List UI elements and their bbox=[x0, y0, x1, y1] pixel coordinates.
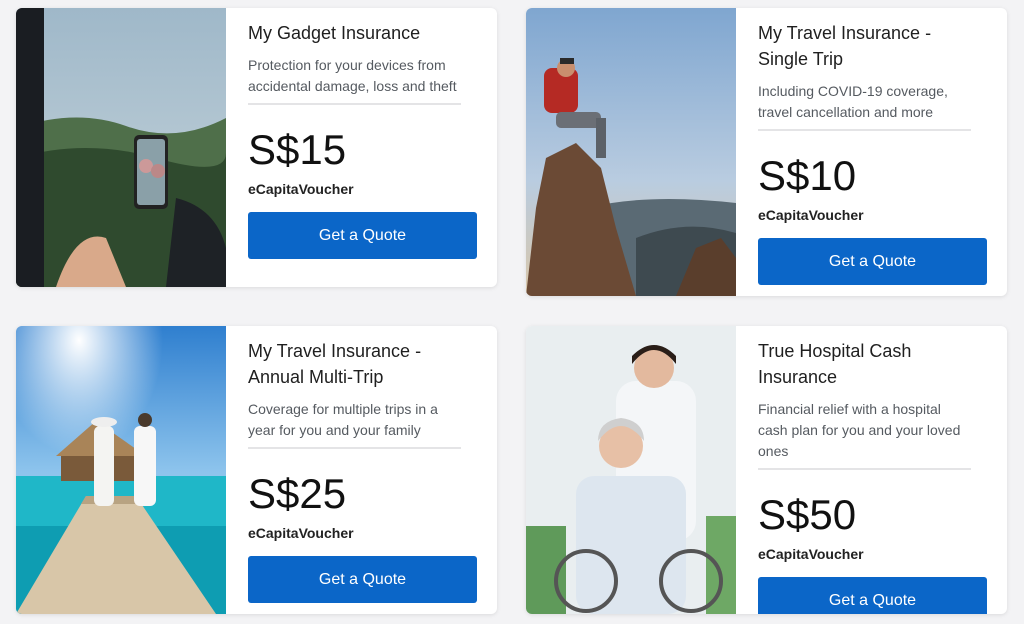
card-voucher-label: eCapitaVoucher bbox=[248, 181, 354, 197]
card-voucher-label: eCapitaVoucher bbox=[758, 546, 864, 562]
card-price: S$10 bbox=[758, 152, 857, 199]
card-title: My Travel Insurance - Annual Multi-Trip bbox=[248, 338, 477, 390]
card-voucher-label: eCapitaVoucher bbox=[248, 525, 354, 541]
card-title-line: Single Trip bbox=[758, 49, 844, 69]
gadget-card-body: My Gadget Insurance Protection for your … bbox=[226, 8, 497, 287]
card-description: Including COVID-19 coverage, travel canc… bbox=[758, 81, 971, 131]
card-title-line: My Gadget Insurance bbox=[248, 23, 421, 43]
card-title: My Gadget Insurance bbox=[248, 20, 477, 46]
product-card-travel-single: My Travel Insurance - Single Trip Includ… bbox=[526, 8, 1007, 296]
card-title-line: My Travel Insurance - bbox=[248, 341, 422, 361]
card-title-line: Insurance bbox=[758, 367, 838, 387]
gadget-photo bbox=[16, 8, 226, 287]
card-title-line: Annual Multi-Trip bbox=[248, 367, 384, 387]
card-title-line: My Travel Insurance - bbox=[758, 23, 932, 43]
travel-single-card-body: My Travel Insurance - Single Trip Includ… bbox=[736, 8, 1007, 296]
product-card-gadget: My Gadget Insurance Protection for your … bbox=[16, 8, 497, 287]
card-description: Coverage for multiple trips in a year fo… bbox=[248, 399, 461, 449]
get-quote-button[interactable]: Get a Quote bbox=[758, 577, 987, 614]
card-title: My Travel Insurance - Single Trip bbox=[758, 20, 987, 72]
card-title-line: True Hospital Cash bbox=[758, 341, 912, 361]
travel-annual-card-body: My Travel Insurance - Annual Multi-Trip … bbox=[226, 326, 497, 614]
travel-annual-photo bbox=[16, 326, 226, 614]
card-description: Protection for your devices from acciden… bbox=[248, 55, 461, 105]
product-card-hospital-cash: True Hospital Cash Insurance Financial r… bbox=[526, 326, 1007, 614]
card-price: S$15 bbox=[248, 126, 347, 173]
card-price: S$25 bbox=[248, 470, 347, 517]
get-quote-button[interactable]: Get a Quote bbox=[758, 238, 987, 285]
card-title: True Hospital Cash Insurance bbox=[758, 338, 987, 390]
hospital-cash-card-body: True Hospital Cash Insurance Financial r… bbox=[736, 326, 1007, 614]
card-voucher-label: eCapitaVoucher bbox=[758, 207, 864, 223]
card-price: S$50 bbox=[758, 491, 857, 538]
get-quote-button[interactable]: Get a Quote bbox=[248, 212, 477, 259]
get-quote-button[interactable]: Get a Quote bbox=[248, 556, 477, 603]
travel-single-photo bbox=[526, 8, 736, 296]
card-description: Financial relief with a hospital cash pl… bbox=[758, 399, 971, 470]
hospital-cash-photo bbox=[526, 326, 736, 614]
product-card-travel-annual: My Travel Insurance - Annual Multi-Trip … bbox=[16, 326, 497, 614]
